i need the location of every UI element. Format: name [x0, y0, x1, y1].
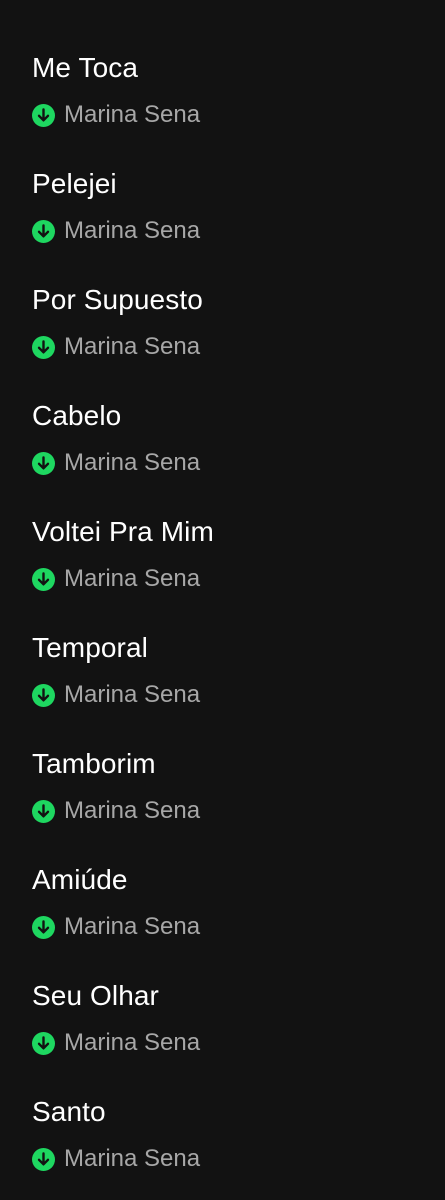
track-title: Me Toca: [32, 52, 139, 83]
track-row[interactable]: Pelejei Marina Sena: [0, 116, 445, 244]
track-title: Seu Olhar: [32, 980, 159, 1011]
track-row[interactable]: Seu Olhar Marina Sena: [0, 928, 445, 1056]
track-title: Temporal: [32, 632, 148, 663]
downloaded-icon: [32, 1147, 55, 1171]
track-row[interactable]: Voltei Pra Mim Marina Sena: [0, 464, 445, 592]
track-title: Voltei Pra Mim: [32, 516, 214, 547]
track-row[interactable]: Me Toca Marina Sena: [0, 0, 445, 128]
track-row[interactable]: Tamborim Marina Sena: [0, 696, 445, 824]
track-title: Amiúde: [32, 864, 128, 895]
track-title: Santo: [32, 1096, 106, 1127]
track-row[interactable]: Cabelo Marina Sena: [0, 348, 445, 476]
track-title: Pelejei: [32, 168, 117, 199]
track-meta: Marina Sena: [32, 1144, 200, 1174]
track-title: Por Supuesto: [32, 284, 203, 315]
track-artist: Marina Sena: [64, 1145, 201, 1172]
track-title: Cabelo: [32, 400, 122, 431]
track-row[interactable]: Temporal Marina Sena: [0, 580, 445, 708]
track-row[interactable]: Por Supuesto Marina Sena: [0, 232, 445, 360]
track-title: Tamborim: [32, 748, 156, 779]
track-list: Me Toca Marina Sena Pelejei Marina Sena …: [0, 0, 445, 1200]
track-row[interactable]: Amiúde Marina Sena: [0, 812, 445, 940]
track-row[interactable]: Santo Marina Sena: [0, 1044, 445, 1172]
